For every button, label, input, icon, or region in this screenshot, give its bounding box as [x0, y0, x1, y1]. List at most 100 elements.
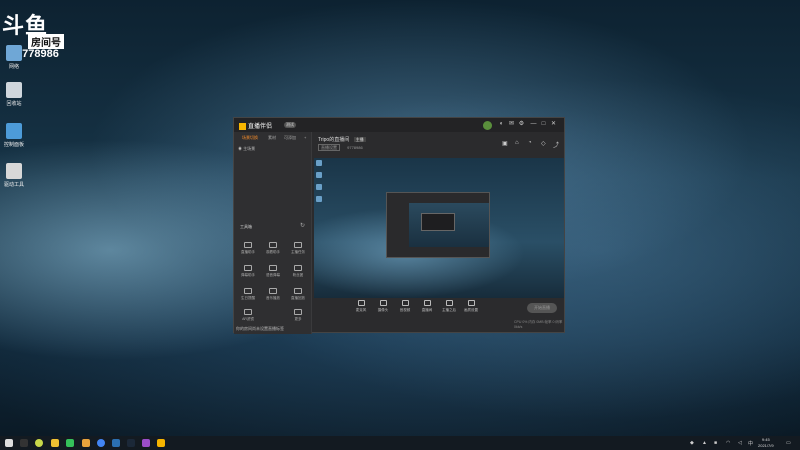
maximize-button[interactable]: □ [540, 121, 547, 128]
quality-button[interactable]: 画质设置 [460, 300, 482, 313]
room-button[interactable]: 直播间 [416, 300, 438, 313]
tool-icon [294, 309, 302, 315]
play-icon [423, 300, 431, 306]
add-scene-icon[interactable]: + [304, 135, 306, 140]
gift-icon[interactable]: ◇ [541, 140, 546, 147]
camera-icon[interactable]: ▣ [502, 140, 508, 147]
tab-scene[interactable]: 场景切换 [242, 135, 258, 141]
stream-info: 直播设置 9778986 [318, 144, 363, 151]
message-icon[interactable]: ✉ [508, 121, 515, 128]
avatar[interactable] [483, 121, 492, 130]
microphone-icon [445, 300, 453, 306]
tool-icon [244, 309, 252, 315]
webcam-icon [379, 300, 387, 306]
av-button[interactable]: 音视频 [394, 300, 416, 313]
tool-item[interactable]: 粉丝团 [287, 265, 309, 278]
tool-item[interactable]: 主播任务 [287, 242, 309, 255]
tool-item[interactable]: 观看助手 [262, 242, 284, 255]
tool-item[interactable]: 音乐播放 [262, 288, 284, 301]
tool-icon [294, 242, 302, 248]
tool-item[interactable]: 语音弹幕 [262, 265, 284, 278]
live-companion-window: 直播伴侣 测试 ◐ ✉ ⚙ — □ ✕ 场景切换 素材 可添加 + ◉ 主场景 … [233, 117, 565, 334]
desktop-icon-label: 控制面板 [3, 142, 24, 148]
explorer-icon[interactable] [82, 439, 90, 447]
tray-network-icon[interactable]: ▲ [702, 440, 707, 446]
desktop-icon-driver-tool[interactable]: 驱动工具 [3, 163, 25, 188]
mic-icon [357, 300, 365, 306]
tool-item[interactable]: 直播回放 [287, 288, 309, 301]
version-badge[interactable]: 测试 [284, 122, 296, 128]
tool-icon [244, 265, 252, 271]
tool-icon [244, 242, 252, 248]
tool-item[interactable]: 直播助手 [237, 242, 259, 255]
eye-icon: ◉ [238, 146, 242, 151]
tab-material[interactable]: 素材 [268, 135, 276, 141]
tag-tip[interactable]: 你的房间尚未设置直播标签 [236, 326, 284, 332]
start-icon[interactable] [5, 439, 13, 447]
tool-item[interactable]: 弹幕助手 [237, 265, 259, 278]
taskbar: ◆ ▲ ■ ◠ ◁ 中 9:45 2021/7/9 ▭ [0, 436, 800, 450]
av-icon [401, 300, 409, 306]
app-logo: 直播伴侣 [239, 121, 272, 130]
app-brand: 直播伴侣 [248, 124, 273, 130]
after-stream-button[interactable]: 主播之后 [438, 300, 460, 313]
watermark-room-label: 房间号 [28, 34, 64, 49]
tray-shield-icon[interactable]: ◆ [690, 440, 694, 446]
stream-category[interactable]: 直播设置 [318, 144, 340, 151]
tool-icon [269, 288, 277, 294]
tool-icon [294, 265, 302, 271]
nested-preview-canvas [409, 203, 489, 247]
tool-item[interactable]: AR滤镜 [237, 309, 259, 322]
tray-app-icon[interactable]: ■ [714, 440, 717, 446]
desktop-icon-label: 驱动工具 [3, 182, 24, 188]
notification-icon[interactable]: ▭ [786, 440, 791, 446]
title-bar: 直播伴侣 测试 ◐ ✉ ⚙ — □ ✕ [234, 118, 564, 132]
share-icon[interactable]: ⤴ [553, 140, 559, 149]
scene-row[interactable]: ◉ 主场景 [238, 146, 255, 152]
brand-icon [239, 122, 246, 130]
wechat-icon[interactable] [66, 439, 74, 447]
search-icon[interactable] [20, 439, 28, 447]
volume-icon[interactable]: ◁ [738, 440, 742, 446]
douyu-icon[interactable] [157, 439, 165, 447]
nested-inner-window [421, 213, 455, 231]
bell-icon[interactable]: ◔ [528, 140, 532, 146]
desktop-icon-network[interactable]: 网络 [3, 45, 25, 70]
settings-icon[interactable]: ⚙ [518, 121, 525, 128]
chrome-icon[interactable] [97, 439, 105, 447]
tool-icon [269, 265, 277, 271]
tool-icon [269, 242, 277, 248]
tool-item[interactable]: 更多 [287, 309, 309, 322]
tool-item[interactable]: 生日提醒 [237, 288, 259, 301]
app-icon-3[interactable] [142, 439, 150, 447]
tray-wifi-icon[interactable]: ◠ [726, 440, 730, 446]
skin-icon[interactable]: ◐ [498, 121, 505, 128]
ime-icon[interactable]: 中 [748, 440, 753, 447]
desktop-icon-control-panel[interactable]: 控制面板 [3, 123, 25, 148]
minimize-button[interactable]: — [530, 121, 537, 128]
recycle-bin-icon [6, 82, 22, 98]
tab-addable[interactable]: 可添加 [284, 135, 296, 141]
lock-icon[interactable]: ⌂ [515, 140, 519, 146]
speaker-icon [467, 300, 475, 306]
tools-title: 工具箱 [240, 224, 252, 229]
refresh-icon[interactable]: ↻ [300, 222, 305, 229]
control-panel-icon [6, 123, 22, 139]
app-icon[interactable] [35, 439, 43, 447]
network-icon [6, 45, 22, 61]
app-icon-2[interactable] [112, 439, 120, 447]
preview-desktop-icons [316, 160, 324, 208]
desktop-icon-label: 网络 [8, 64, 19, 70]
start-live-button[interactable]: 开始直播 [527, 303, 557, 313]
close-button[interactable]: ✕ [550, 121, 557, 128]
live-preview[interactable] [314, 158, 564, 298]
tool-icon [244, 288, 252, 294]
steam-icon[interactable] [127, 439, 135, 447]
mic-button[interactable]: 麦克风 [350, 300, 372, 313]
desktop-icon-recycle-bin[interactable]: 回收站 [3, 82, 25, 107]
clock[interactable]: 9:45 2021/7/9 [758, 437, 774, 449]
camera-button[interactable]: 摄像头 [372, 300, 394, 313]
folder-icon[interactable] [51, 439, 59, 447]
driver-tool-icon [6, 163, 22, 179]
tool-icon [294, 288, 302, 294]
